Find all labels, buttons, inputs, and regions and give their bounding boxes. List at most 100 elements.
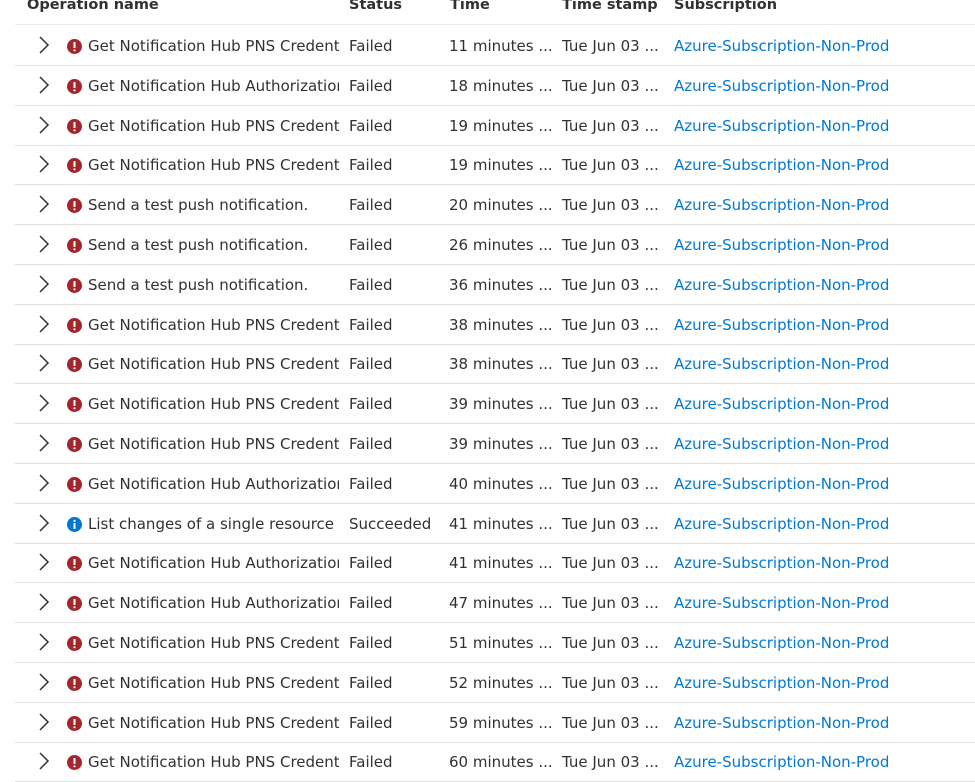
status-text: Failed [349, 355, 393, 374]
subscription-link[interactable]: Azure-Subscription-Non-Prod [674, 316, 889, 334]
timestamp-text: Tue Jun 03 ... [562, 713, 659, 732]
operation-name: List changes of a single resource [88, 514, 335, 533]
chevron-right-icon[interactable] [37, 154, 51, 174]
table-row[interactable]: Get Notification Hub PNS Credenti Failed 5… [15, 703, 975, 743]
operation-name: Get Notification Hub Authorization [88, 76, 339, 95]
table-row[interactable]: Get Notification Hub PNS Credenti Failed 6… [15, 742, 975, 782]
table-row[interactable]: Get Notification Hub Authorization Failed… [15, 66, 975, 106]
subscription-link[interactable]: Azure-Subscription-Non-Prod [674, 753, 889, 771]
timestamp-text: Tue Jun 03 ... [562, 395, 659, 414]
chevron-right-icon[interactable] [37, 75, 51, 95]
time-text: 11 minutes ... [449, 37, 553, 55]
subscription-link[interactable]: Azure-Subscription-Non-Prod [674, 395, 889, 413]
table-row[interactable]: Get Notification Hub PNS Credenti Failed 3… [15, 384, 975, 425]
subscription-link[interactable]: Azure-Subscription-Non-Prod [674, 276, 889, 294]
table-row[interactable]: Send a test push notification. Failed 20 m… [15, 185, 975, 226]
chevron-right-icon[interactable] [37, 592, 51, 612]
time-text: 26 minutes ... [449, 236, 553, 254]
column-header-subscription[interactable]: Subscription [674, 0, 777, 13]
error-icon [67, 476, 82, 492]
chevron-right-icon[interactable] [37, 314, 51, 334]
column-header-status[interactable]: Status [349, 0, 402, 13]
subscription-link[interactable]: Azure-Subscription-Non-Prod [674, 156, 889, 174]
timestamp-text: Tue Jun 03 ... [562, 156, 659, 175]
chevron-right-icon[interactable] [37, 35, 51, 55]
operation-name: Get Notification Hub PNS Credenti [88, 315, 339, 334]
subscription-link[interactable]: Azure-Subscription-Non-Prod [674, 355, 889, 373]
status-text: Failed [349, 76, 393, 95]
chevron-right-icon[interactable] [37, 712, 51, 732]
table-row[interactable]: Get Notification Hub PNS Credenti Failed 3… [15, 424, 975, 464]
timestamp-text: Tue Jun 03 ... [562, 673, 659, 692]
subscription-link[interactable]: Azure-Subscription-Non-Prod [674, 554, 889, 572]
chevron-right-icon[interactable] [37, 274, 51, 294]
status-text: Succeeded [349, 514, 432, 533]
operation-name: Send a test push notification. [88, 275, 309, 294]
column-header-operation-name[interactable]: Operation name [27, 0, 159, 13]
error-icon [67, 636, 82, 651]
time-text: 40 minutes ... [449, 474, 553, 493]
timestamp-text: Tue Jun 03 ... [562, 196, 659, 215]
time-text: 39 minutes ... [449, 435, 553, 453]
timestamp-text: Tue Jun 03 ... [562, 594, 659, 613]
operation-name: Get Notification Hub PNS Credenti [88, 156, 339, 175]
time-text: 52 minutes ... [449, 673, 553, 692]
subscription-link[interactable]: Azure-Subscription-Non-Prod [674, 37, 889, 55]
chevron-right-icon[interactable] [37, 751, 51, 771]
time-text: 19 minutes ... [449, 156, 553, 175]
table-row[interactable]: Get Notification Hub PNS Credenti Failed 1… [15, 26, 975, 66]
table-row[interactable]: Get Notification Hub PNS Credenti Failed 1… [15, 145, 975, 186]
chevron-right-icon[interactable] [37, 552, 51, 572]
status-text: Failed [349, 395, 393, 414]
subscription-link[interactable]: Azure-Subscription-Non-Prod [674, 594, 889, 612]
chevron-right-icon[interactable] [37, 513, 51, 533]
subscription-link[interactable]: Azure-Subscription-Non-Prod [674, 475, 889, 493]
chevron-right-icon[interactable] [37, 473, 51, 493]
status-text: Failed [349, 673, 393, 692]
timestamp-text: Tue Jun 03 ... [562, 634, 659, 652]
time-text: 20 minutes ... [449, 196, 553, 215]
subscription-link[interactable]: Azure-Subscription-Non-Prod [674, 117, 889, 135]
chevron-right-icon[interactable] [37, 234, 51, 254]
subscription-link[interactable]: Azure-Subscription-Non-Prod [674, 77, 889, 95]
subscription-link[interactable]: Azure-Subscription-Non-Prod [674, 714, 889, 732]
error-icon [67, 39, 82, 54]
table-row[interactable]: Get Notification Hub Authorization Failed… [15, 583, 975, 624]
timestamp-text: Tue Jun 03 ... [562, 236, 659, 254]
operation-name: Send a test push notification. [88, 196, 309, 215]
table-row[interactable]: Get Notification Hub Authorization Failed… [15, 464, 975, 504]
chevron-right-icon[interactable] [37, 433, 51, 453]
operation-name: Get Notification Hub PNS Credenti [88, 435, 339, 453]
table-row[interactable]: Send a test push notification. Failed 26 m… [15, 225, 975, 265]
table-row[interactable]: Send a test push notification. Failed 36 m… [15, 265, 975, 305]
chevron-right-icon[interactable] [37, 672, 51, 692]
chevron-right-icon[interactable] [37, 393, 51, 413]
column-header-time[interactable]: Time [450, 0, 490, 13]
table-row[interactable]: Get Notification Hub PNS Credenti Failed 5… [15, 623, 975, 663]
chevron-right-icon[interactable] [37, 115, 51, 135]
table-row[interactable]: Get Notification Hub PNS Credenti Failed 1… [15, 106, 975, 146]
timestamp-text: Tue Jun 03 ... [562, 315, 659, 334]
error-icon [67, 437, 82, 452]
chevron-right-icon[interactable] [37, 353, 51, 373]
chevron-right-icon[interactable] [37, 194, 51, 214]
table-row[interactable]: Get Notification Hub PNS Credenti Failed 3… [15, 344, 975, 385]
operation-name: Get Notification Hub PNS Credenti [88, 355, 339, 374]
operation-name: Get Notification Hub PNS Credenti [88, 673, 339, 692]
subscription-link[interactable]: Azure-Subscription-Non-Prod [674, 634, 889, 652]
error-icon [67, 277, 82, 293]
table-row[interactable]: Get Notification Hub PNS Credenti Failed 5… [15, 663, 975, 703]
error-icon [67, 357, 82, 373]
subscription-link[interactable]: Azure-Subscription-Non-Prod [674, 674, 889, 692]
subscription-link[interactable]: Azure-Subscription-Non-Prod [674, 515, 889, 533]
subscription-link[interactable]: Azure-Subscription-Non-Prod [674, 236, 889, 254]
column-header-time-stamp[interactable]: Time stamp [562, 0, 658, 13]
chevron-right-icon[interactable] [37, 632, 51, 652]
time-text: 19 minutes ... [449, 116, 553, 135]
subscription-link[interactable]: Azure-Subscription-Non-Prod [674, 435, 889, 453]
table-row[interactable]: Get Notification Hub Authorization Failed… [15, 543, 975, 584]
error-icon [67, 158, 82, 174]
table-row[interactable]: List changes of a single resource Succeed… [15, 504, 975, 544]
table-row[interactable]: Get Notification Hub PNS Credenti Failed 3… [15, 305, 975, 345]
subscription-link[interactable]: Azure-Subscription-Non-Prod [674, 196, 889, 214]
